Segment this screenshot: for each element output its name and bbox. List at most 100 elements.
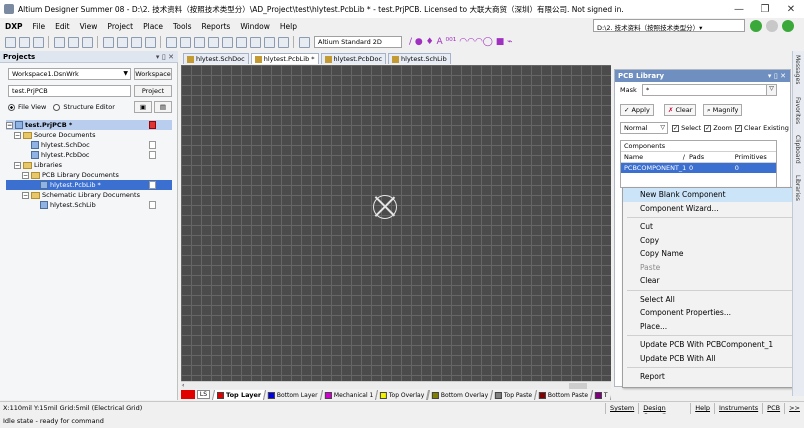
layer-tab-top-layer[interactable]: Top Layer <box>212 389 267 400</box>
forward-icon[interactable] <box>766 20 778 32</box>
zoom-filtered-icon[interactable] <box>144 36 156 48</box>
pcb-canvas[interactable] <box>181 65 611 382</box>
tree-schlib[interactable]: hlytest.SchLib <box>6 200 172 210</box>
grid-icon[interactable] <box>298 36 310 48</box>
zoom-selected-icon[interactable] <box>130 36 142 48</box>
zoom-area-icon[interactable] <box>116 36 128 48</box>
menu-item-copy-name[interactable]: Copy Name <box>623 247 802 261</box>
menu-tools[interactable]: Tools <box>168 22 196 31</box>
layer-tab-bottom-paste[interactable]: Bottom Paste <box>534 389 594 400</box>
menu-item-component-properties[interactable]: Component Properties... <box>623 306 802 320</box>
chevron-down-icon[interactable]: ▽ <box>766 84 777 96</box>
select-checkbox[interactable]: ✓ <box>672 124 679 132</box>
menu-item-new-blank-component[interactable]: New Blank Component <box>623 188 802 202</box>
copy-icon[interactable] <box>179 36 191 48</box>
collapse-icon[interactable]: − <box>22 171 29 179</box>
menu-item-component-wizard[interactable]: Component Wizard... <box>623 202 802 216</box>
apply-button[interactable]: ✓ Apply <box>620 104 654 116</box>
cut-icon[interactable] <box>165 36 177 48</box>
scroll-left-icon[interactable]: ‹ <box>182 382 184 389</box>
place-tools-glyphs[interactable]: / ● ♦ A ⁰⁰¹ ◠◠◠◯ ■ ⌁ <box>409 37 513 47</box>
tab-pcbdoc[interactable]: hlytest.PcbDoc <box>320 53 387 64</box>
menu-file[interactable]: File <box>28 22 51 31</box>
menu-item-cut[interactable]: Cut <box>623 220 802 234</box>
clear-existing-checkbox[interactable]: ✓ <box>734 124 742 132</box>
collapse-icon[interactable]: − <box>14 131 21 139</box>
panel-pin-icon[interactable]: ▾ ▯ ✕ <box>768 72 786 80</box>
layer-tab-top-paste[interactable]: Top Paste <box>489 389 538 400</box>
layer-tab-top-overlay[interactable]: Top Overlay <box>375 389 430 400</box>
rubber-stamp-icon[interactable] <box>207 36 219 48</box>
col-name[interactable]: Name / <box>624 153 689 161</box>
menu-item-report[interactable]: Report <box>623 370 802 384</box>
project-field[interactable]: test.PrjPCB <box>8 85 131 97</box>
print-preview-icon[interactable] <box>67 36 79 48</box>
close-button[interactable]: ✕ <box>778 4 804 15</box>
home-icon[interactable] <box>782 20 794 32</box>
tab-clipboard[interactable]: Clipboard <box>794 135 801 164</box>
collapse-icon[interactable]: − <box>14 161 21 169</box>
tree-libraries[interactable]: − Libraries <box>6 160 172 170</box>
tree-project[interactable]: − test.PrjPCB * <box>6 120 172 130</box>
tab-messages[interactable]: Messages <box>794 55 801 84</box>
tree-schdoc[interactable]: hlytest.SchDoc <box>6 140 172 150</box>
clear-button[interactable]: ✗ Clear <box>664 104 697 116</box>
col-primitives[interactable]: Primitives <box>735 153 773 161</box>
file-view-radio[interactable] <box>8 103 15 111</box>
layer-tab-mechanical-1[interactable]: Mechanical 1 <box>319 389 379 400</box>
tab-schdoc[interactable]: hlytest.SchDoc <box>183 53 249 64</box>
layer-tab-bottom-layer[interactable]: Bottom Layer <box>263 389 323 400</box>
save-icon[interactable] <box>32 36 44 48</box>
collapse-icon[interactable]: − <box>22 191 29 199</box>
zoom-fit-icon[interactable] <box>102 36 114 48</box>
layer-set-button[interactable]: LS <box>196 390 211 399</box>
undo-icon[interactable] <box>263 36 275 48</box>
col-pads[interactable]: Pads <box>689 153 735 161</box>
folder-menu-icon[interactable]: ▤ <box>154 101 172 113</box>
layer-tab-more[interactable]: T <box>590 389 611 400</box>
redo-icon[interactable] <box>277 36 289 48</box>
menu-item-select-all[interactable]: Select All <box>623 293 802 307</box>
project-button[interactable]: Project <box>134 85 172 97</box>
workspace-button[interactable]: Workspace <box>134 68 172 80</box>
table-row[interactable]: PCBCOMPONENT_1 0 0 <box>621 163 776 173</box>
restore-button[interactable]: ❐ <box>752 4 778 15</box>
tree-pcb-library-documents[interactable]: − PCB Library Documents <box>6 170 172 180</box>
tab-pcblib[interactable]: hlytest.PcbLib * <box>250 53 319 64</box>
menu-item-place[interactable]: Place... <box>623 320 802 334</box>
paste-icon[interactable] <box>193 36 205 48</box>
print-icon[interactable] <box>53 36 65 48</box>
menu-window[interactable]: Window <box>235 22 275 31</box>
tree-pcblib[interactable]: hlytest.PcbLib * <box>6 180 172 190</box>
deselect-icon[interactable] <box>249 36 261 48</box>
open-device-icon[interactable] <box>81 36 93 48</box>
path-dropdown[interactable]: D:\2. 技术资料（按照技术类型分）▾ <box>593 19 745 32</box>
open-icon[interactable] <box>18 36 30 48</box>
menu-edit[interactable]: Edit <box>50 22 75 31</box>
view-config-select[interactable]: Altium Standard 2D <box>314 36 402 48</box>
collapse-icon[interactable]: − <box>6 121 13 129</box>
mask-mode-select[interactable]: Normal ▽ <box>620 122 668 134</box>
magnify-button[interactable]: ⌕ Magnify <box>703 104 743 116</box>
horizontal-scrollbar[interactable]: ‹ <box>181 381 611 389</box>
tree-source-documents[interactable]: − Source Documents <box>6 130 172 140</box>
menu-item-update-pcb-all[interactable]: Update PCB With All <box>623 352 802 366</box>
tab-libraries[interactable]: Libraries <box>794 175 801 201</box>
menu-help[interactable]: Help <box>275 22 302 31</box>
menu-dxp[interactable]: DXP <box>0 22 28 31</box>
menu-reports[interactable]: Reports <box>197 22 236 31</box>
menu-place[interactable]: Place <box>138 22 168 31</box>
tree-pcbdoc[interactable]: hlytest.PcbDoc <box>6 150 172 160</box>
move-icon[interactable] <box>235 36 247 48</box>
minimize-button[interactable]: — <box>726 4 752 15</box>
structure-editor-radio[interactable] <box>53 103 61 111</box>
panel-pin-icon[interactable]: ▾ ▯ ✕ <box>156 53 174 61</box>
project-options-icon[interactable]: ▣ <box>134 101 152 113</box>
tab-favorites[interactable]: Favorites <box>794 97 801 124</box>
workspace-select[interactable]: Workspace1.DsnWrk ▼ <box>8 68 131 80</box>
tab-schlib[interactable]: hlytest.SchLib <box>388 53 451 64</box>
layer-tab-bottom-overlay[interactable]: Bottom Overlay <box>426 389 494 400</box>
menu-view[interactable]: View <box>75 22 103 31</box>
tree-schematic-library-documents[interactable]: − Schematic Library Documents <box>6 190 172 200</box>
menu-item-update-pcb-component[interactable]: Update PCB With PCBComponent_1 <box>623 338 802 352</box>
